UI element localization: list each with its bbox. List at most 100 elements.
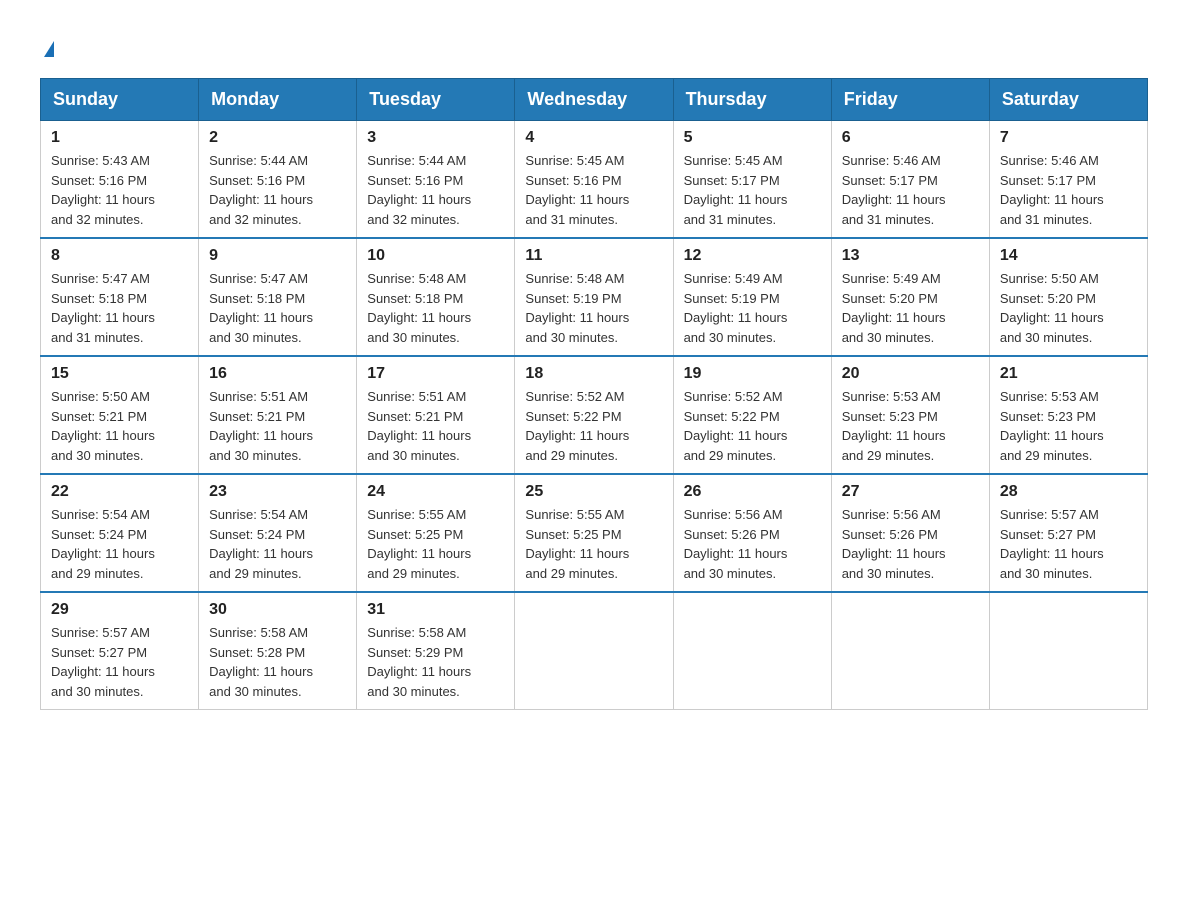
day-info: Sunrise: 5:58 AMSunset: 5:28 PMDaylight:… [209, 623, 346, 701]
calendar-cell: 4 Sunrise: 5:45 AMSunset: 5:16 PMDaylight… [515, 121, 673, 239]
day-number: 28 [1000, 483, 1137, 501]
calendar-week-row: 29 Sunrise: 5:57 AMSunset: 5:27 PMDayligh… [41, 592, 1148, 710]
logo-top [40, 30, 54, 58]
day-number: 17 [367, 365, 504, 383]
day-info: Sunrise: 5:56 AMSunset: 5:26 PMDaylight:… [684, 505, 821, 583]
day-info: Sunrise: 5:45 AMSunset: 5:17 PMDaylight:… [684, 151, 821, 229]
calendar-cell: 28 Sunrise: 5:57 AMSunset: 5:27 PMDayligh… [989, 474, 1147, 592]
weekday-header-saturday: Saturday [989, 79, 1147, 121]
day-info: Sunrise: 5:51 AMSunset: 5:21 PMDaylight:… [209, 387, 346, 465]
day-info: Sunrise: 5:48 AMSunset: 5:19 PMDaylight:… [525, 269, 662, 347]
day-number: 15 [51, 365, 188, 383]
day-info: Sunrise: 5:49 AMSunset: 5:20 PMDaylight:… [842, 269, 979, 347]
day-number: 13 [842, 247, 979, 265]
day-info: Sunrise: 5:44 AMSunset: 5:16 PMDaylight:… [367, 151, 504, 229]
weekday-header-monday: Monday [199, 79, 357, 121]
calendar-cell: 21 Sunrise: 5:53 AMSunset: 5:23 PMDayligh… [989, 356, 1147, 474]
logo-triangle-icon [44, 41, 54, 57]
day-number: 12 [684, 247, 821, 265]
day-number: 10 [367, 247, 504, 265]
day-number: 7 [1000, 129, 1137, 147]
calendar-cell: 19Sunrise: 5:52 AMSunset: 5:22 PMDayligh… [673, 356, 831, 474]
calendar-cell: 25 Sunrise: 5:55 AMSunset: 5:25 PMDayligh… [515, 474, 673, 592]
calendar-cell: 16Sunrise: 5:51 AMSunset: 5:21 PMDayligh… [199, 356, 357, 474]
day-number: 4 [525, 129, 662, 147]
logo [40, 30, 54, 58]
day-info: Sunrise: 5:56 AMSunset: 5:26 PMDaylight:… [842, 505, 979, 583]
day-number: 20 [842, 365, 979, 383]
day-number: 24 [367, 483, 504, 501]
calendar-cell: 24 Sunrise: 5:55 AMSunset: 5:25 PMDayligh… [357, 474, 515, 592]
calendar-cell [673, 592, 831, 710]
day-number: 1 [51, 129, 188, 147]
day-info: Sunrise: 5:47 AMSunset: 5:18 PMDaylight:… [51, 269, 188, 347]
calendar-week-row: 22Sunrise: 5:54 AMSunset: 5:24 PMDayligh… [41, 474, 1148, 592]
day-info: Sunrise: 5:48 AMSunset: 5:18 PMDaylight:… [367, 269, 504, 347]
calendar-cell: 7 Sunrise: 5:46 AMSunset: 5:17 PMDaylight… [989, 121, 1147, 239]
day-info: Sunrise: 5:54 AMSunset: 5:24 PMDaylight:… [51, 505, 188, 583]
day-info: Sunrise: 5:43 AMSunset: 5:16 PMDaylight:… [51, 151, 188, 229]
day-info: Sunrise: 5:45 AMSunset: 5:16 PMDaylight:… [525, 151, 662, 229]
calendar-cell: 1 Sunrise: 5:43 AMSunset: 5:16 PMDaylight… [41, 121, 199, 239]
calendar-cell: 22Sunrise: 5:54 AMSunset: 5:24 PMDayligh… [41, 474, 199, 592]
day-number: 23 [209, 483, 346, 501]
day-info: Sunrise: 5:50 AMSunset: 5:21 PMDaylight:… [51, 387, 188, 465]
weekday-header-friday: Friday [831, 79, 989, 121]
calendar-cell: 29 Sunrise: 5:57 AMSunset: 5:27 PMDayligh… [41, 592, 199, 710]
day-info: Sunrise: 5:51 AMSunset: 5:21 PMDaylight:… [367, 387, 504, 465]
day-info: Sunrise: 5:54 AMSunset: 5:24 PMDaylight:… [209, 505, 346, 583]
weekday-header-row: SundayMondayTuesdayWednesdayThursdayFrid… [41, 79, 1148, 121]
calendar-cell: 30Sunrise: 5:58 AMSunset: 5:28 PMDayligh… [199, 592, 357, 710]
calendar-cell: 3 Sunrise: 5:44 AMSunset: 5:16 PMDaylight… [357, 121, 515, 239]
day-number: 11 [525, 247, 662, 265]
day-info: Sunrise: 5:57 AMSunset: 5:27 PMDaylight:… [1000, 505, 1137, 583]
calendar-cell: 11 Sunrise: 5:48 AMSunset: 5:19 PMDayligh… [515, 238, 673, 356]
day-number: 9 [209, 247, 346, 265]
day-number: 27 [842, 483, 979, 501]
day-number: 31 [367, 601, 504, 619]
calendar-cell: 13 Sunrise: 5:49 AMSunset: 5:20 PMDayligh… [831, 238, 989, 356]
weekday-header-tuesday: Tuesday [357, 79, 515, 121]
calendar-cell: 26Sunrise: 5:56 AMSunset: 5:26 PMDayligh… [673, 474, 831, 592]
weekday-header-sunday: Sunday [41, 79, 199, 121]
calendar-cell: 2Sunrise: 5:44 AMSunset: 5:16 PMDaylight… [199, 121, 357, 239]
day-number: 5 [684, 129, 821, 147]
day-number: 18 [525, 365, 662, 383]
day-number: 25 [525, 483, 662, 501]
day-info: Sunrise: 5:55 AMSunset: 5:25 PMDaylight:… [525, 505, 662, 583]
day-info: Sunrise: 5:53 AMSunset: 5:23 PMDaylight:… [1000, 387, 1137, 465]
day-info: Sunrise: 5:53 AMSunset: 5:23 PMDaylight:… [842, 387, 979, 465]
calendar-cell [831, 592, 989, 710]
day-info: Sunrise: 5:50 AMSunset: 5:20 PMDaylight:… [1000, 269, 1137, 347]
weekday-header-thursday: Thursday [673, 79, 831, 121]
calendar-cell [989, 592, 1147, 710]
calendar-cell: 23 Sunrise: 5:54 AMSunset: 5:24 PMDayligh… [199, 474, 357, 592]
calendar-week-row: 15 Sunrise: 5:50 AMSunset: 5:21 PMDayligh… [41, 356, 1148, 474]
calendar-cell: 17 Sunrise: 5:51 AMSunset: 5:21 PMDayligh… [357, 356, 515, 474]
day-info: Sunrise: 5:46 AMSunset: 5:17 PMDaylight:… [1000, 151, 1137, 229]
calendar-cell: 12 Sunrise: 5:49 AMSunset: 5:19 PMDayligh… [673, 238, 831, 356]
day-number: 2 [209, 129, 346, 147]
calendar-week-row: 8 Sunrise: 5:47 AMSunset: 5:18 PMDaylight… [41, 238, 1148, 356]
calendar-cell: 9Sunrise: 5:47 AMSunset: 5:18 PMDaylight… [199, 238, 357, 356]
day-number: 14 [1000, 247, 1137, 265]
day-number: 29 [51, 601, 188, 619]
day-number: 3 [367, 129, 504, 147]
calendar-cell: 5 Sunrise: 5:45 AMSunset: 5:17 PMDaylight… [673, 121, 831, 239]
weekday-header-wednesday: Wednesday [515, 79, 673, 121]
day-info: Sunrise: 5:49 AMSunset: 5:19 PMDaylight:… [684, 269, 821, 347]
day-info: Sunrise: 5:57 AMSunset: 5:27 PMDaylight:… [51, 623, 188, 701]
day-info: Sunrise: 5:52 AMSunset: 5:22 PMDaylight:… [684, 387, 821, 465]
calendar-cell [515, 592, 673, 710]
day-number: 8 [51, 247, 188, 265]
calendar-cell: 18 Sunrise: 5:52 AMSunset: 5:22 PMDayligh… [515, 356, 673, 474]
calendar-cell: 10 Sunrise: 5:48 AMSunset: 5:18 PMDayligh… [357, 238, 515, 356]
day-number: 21 [1000, 365, 1137, 383]
day-info: Sunrise: 5:52 AMSunset: 5:22 PMDaylight:… [525, 387, 662, 465]
day-info: Sunrise: 5:55 AMSunset: 5:25 PMDaylight:… [367, 505, 504, 583]
calendar-table: SundayMondayTuesdayWednesdayThursdayFrid… [40, 78, 1148, 710]
calendar-cell: 14 Sunrise: 5:50 AMSunset: 5:20 PMDayligh… [989, 238, 1147, 356]
calendar-cell: 6Sunrise: 5:46 AMSunset: 5:17 PMDaylight… [831, 121, 989, 239]
calendar-cell: 27 Sunrise: 5:56 AMSunset: 5:26 PMDayligh… [831, 474, 989, 592]
calendar-cell: 31Sunrise: 5:58 AMSunset: 5:29 PMDayligh… [357, 592, 515, 710]
